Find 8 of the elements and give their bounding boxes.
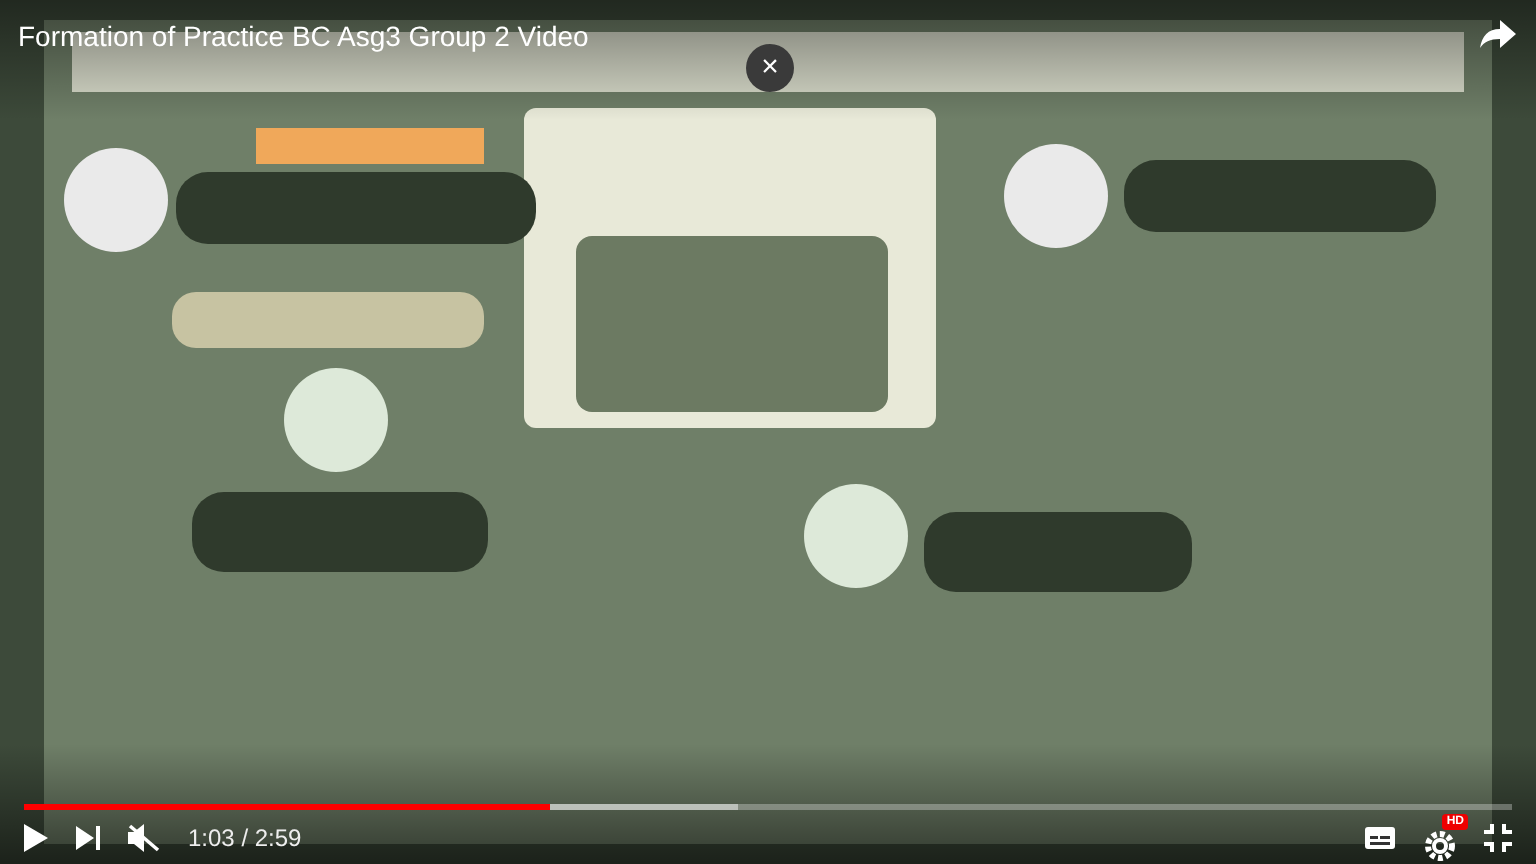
next-icon[interactable] xyxy=(76,826,100,850)
time-display: 1:03 / 2:59 xyxy=(188,822,302,856)
share-icon[interactable] xyxy=(1480,20,1516,48)
settings-icon[interactable] xyxy=(1424,829,1456,862)
captions-icon[interactable] xyxy=(1364,826,1396,850)
exit-fullscreen-icon[interactable] xyxy=(1484,824,1512,852)
play-icon[interactable] xyxy=(24,824,48,852)
volume-icon[interactable] xyxy=(128,824,160,852)
